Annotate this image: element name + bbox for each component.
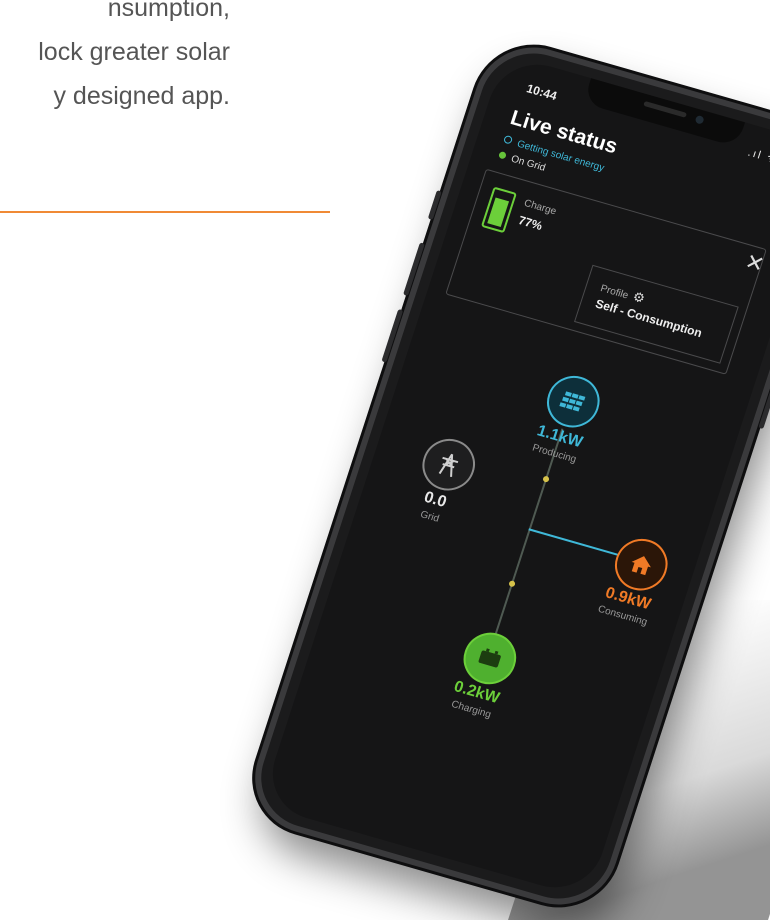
- gear-icon[interactable]: ⚙: [631, 289, 647, 306]
- marketing-line-3: y designed app.: [53, 82, 230, 110]
- flow-line-vertical: [490, 428, 564, 648]
- marketing-line-2: lock greater solar: [38, 38, 230, 66]
- profile-value: Self - Consumption: [593, 296, 704, 341]
- solar-panel-icon: [559, 391, 586, 412]
- battery-charging-icon: [478, 648, 501, 668]
- profile-selector[interactable]: Profile⚙ Self - Consumption: [574, 264, 739, 364]
- mute-switch: [427, 190, 442, 220]
- divider-rule-left: [0, 211, 330, 213]
- grid-dot-icon: [498, 150, 507, 160]
- charge-value: 77%: [516, 213, 545, 234]
- battery-icon: [480, 186, 517, 234]
- status-time: 10:44: [524, 81, 559, 104]
- front-camera: [694, 114, 705, 125]
- producing-node[interactable]: [540, 369, 607, 434]
- flow-dot-2: [508, 580, 516, 588]
- house-icon: [631, 556, 651, 576]
- summary-card: Charge 77% Profile⚙ Self - Consumption: [445, 168, 767, 375]
- speaker-grille: [643, 100, 688, 118]
- flow-dot-1: [542, 475, 550, 483]
- status-ring-icon: [502, 134, 514, 145]
- volume-down-button: [381, 308, 404, 363]
- power-tower-icon: [438, 453, 459, 477]
- signal-wifi-battery-icon: .ıl ᯤ ▬: [746, 146, 770, 172]
- volume-up-button: [403, 242, 425, 297]
- side-button: [758, 361, 770, 430]
- marketing-line-1: nsumption,: [107, 0, 230, 22]
- marketing-copy: nsumption, lock greater solar y designed…: [0, 0, 230, 118]
- flow-line-to-home: [528, 528, 621, 557]
- grid-node[interactable]: [415, 432, 482, 497]
